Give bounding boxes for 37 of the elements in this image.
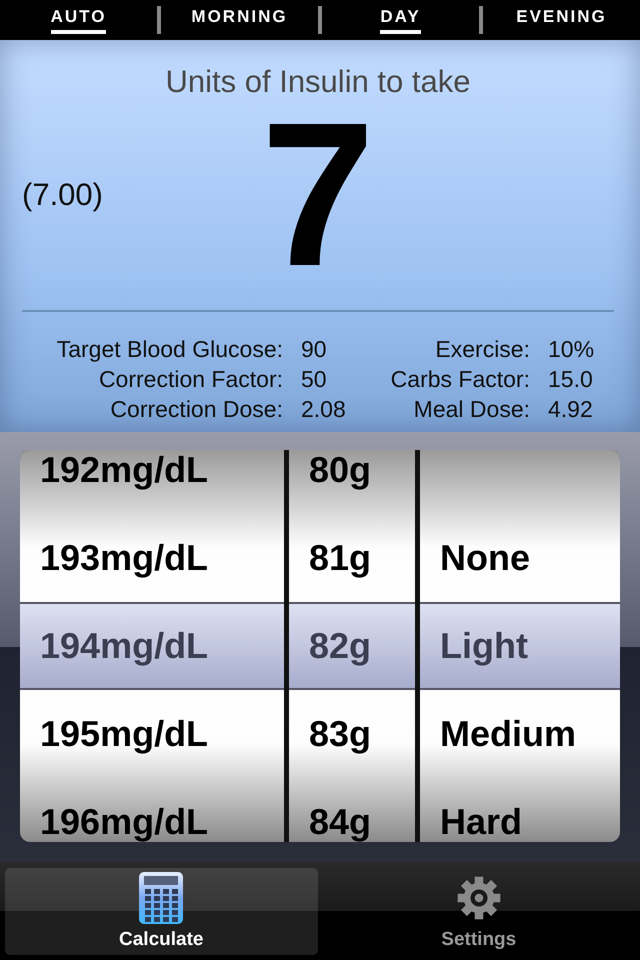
time-tab[interactable]: AUTO (50, 6, 106, 34)
picker-item[interactable]: 82g (289, 602, 415, 690)
picker-item[interactable]: 81g (289, 514, 415, 602)
result-title: Units of Insulin to take (164, 64, 472, 100)
picker-item[interactable]: 193mg/dL (20, 514, 284, 602)
picker-item[interactable]: Hard (420, 778, 620, 842)
picker-item[interactable]: Light (420, 602, 620, 690)
time-tab[interactable]: EVENING (516, 6, 607, 34)
time-tab[interactable]: MORNING (191, 6, 288, 34)
picker-wheel[interactable]: 192mg/dL 193mg/dL 194mg/dL 195mg/dL 196mg/dL 80g 81g 82g 83g 84g None Light Medium Hard (20, 450, 620, 842)
time-tab[interactable]: DAY (380, 6, 421, 34)
stat-label: Correction Factor: (98, 365, 283, 394)
stat-label: Meal Dose: (412, 395, 530, 424)
stat-value: 15.0 (548, 365, 594, 394)
tab-bar-item[interactable]: Calculate (5, 868, 318, 955)
picker-item[interactable]: Medium (420, 690, 620, 778)
picker-item[interactable]: 195mg/dL (20, 690, 284, 778)
picker-item[interactable]: 80g (289, 450, 415, 514)
stat-value: 90 (301, 335, 328, 364)
exact-dose: (7.00) (22, 177, 104, 213)
picker-item[interactable]: None (420, 514, 620, 602)
tab-bar-item[interactable]: Settings (322, 868, 635, 955)
picker-item[interactable]: 194mg/dL (20, 602, 284, 690)
stat-value: 4.92 (548, 395, 594, 424)
picker-item[interactable]: 192mg/dL (20, 450, 284, 514)
calculator-icon (138, 871, 184, 925)
picker-item[interactable]: 83g (289, 690, 415, 778)
stat-value: 50 (301, 365, 328, 394)
stat-label: Exercise: (434, 335, 530, 364)
insulin-units: 7 (260, 100, 375, 290)
picker-item[interactable]: 84g (289, 778, 415, 842)
stat-value: 10% (548, 335, 596, 364)
stat-label: Target Blood Glucose: (56, 335, 283, 364)
picker-item[interactable]: 196mg/dL (20, 778, 284, 842)
stat-label: Carbs Factor: (390, 365, 530, 394)
stat-label: Correction Dose: (109, 395, 283, 424)
stat-value: 2.08 (301, 395, 347, 424)
